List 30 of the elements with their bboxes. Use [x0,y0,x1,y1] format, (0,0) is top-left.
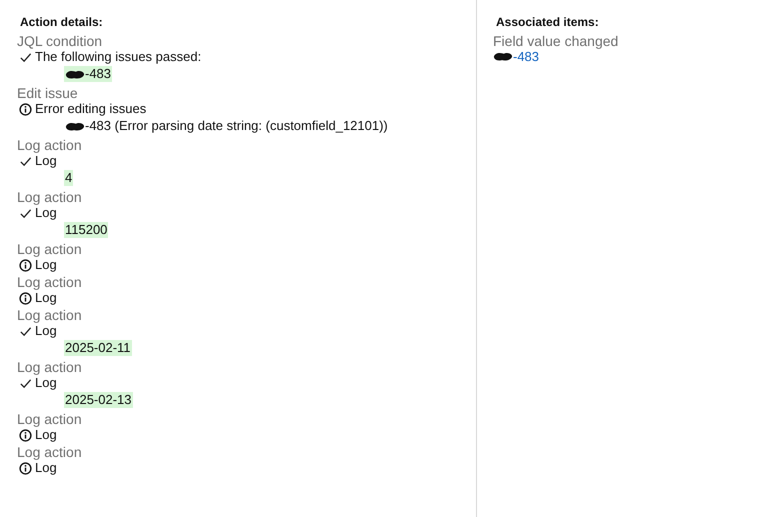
highlighted-value: -483 [64,66,112,82]
action-title: Log action [17,241,82,257]
action-title: Log action [17,137,82,153]
status-message: Log [35,427,57,443]
action-title: Log action [17,444,82,460]
highlighted-value: 4 [64,170,74,186]
issue-link[interactable]: -483 [493,49,540,64]
status-message: Error editing issues [35,101,146,117]
status-message: Log [35,375,57,391]
status-message: Log [35,460,57,476]
status-message: Log [35,257,57,273]
action-title: Log action [17,411,82,427]
status-message: Log [35,153,57,169]
section-heading: Associated items: [496,15,600,29]
highlighted-value: 2025-02-11 [64,340,132,356]
action-title: Log action [17,359,82,375]
section-heading: Action details: [20,15,104,29]
status-message: The following issues passed: [35,49,202,65]
highlighted-value: 115200 [64,222,108,238]
status-message: Log [35,205,57,221]
highlighted-value: 2025-02-13 [64,392,132,408]
status-message: Log [35,323,57,339]
action-title: Edit issue [17,85,78,101]
action-title: Log action [17,307,82,323]
status-message: Log [35,290,57,306]
detail-line: -483 (Error parsing date string: (customfield_12101)) [64,118,389,134]
group-title: Field value changed [493,33,618,49]
action-title: Log action [17,189,82,205]
action-title: Log action [17,274,82,290]
action-title: JQL condition [17,33,102,49]
